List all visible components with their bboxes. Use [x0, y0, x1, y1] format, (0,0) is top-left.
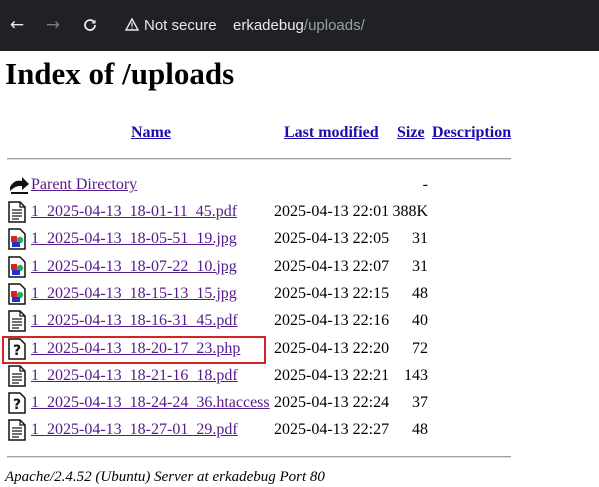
file-size: 40: [412, 312, 428, 330]
url-host: erkadebug: [233, 17, 304, 34]
parent-size: -: [422, 176, 428, 193]
text-file-icon: [8, 201, 26, 223]
file-link[interactable]: 1_2025-04-13_18-27-01_29.pdf: [31, 421, 238, 439]
file-row: 1_2025-04-13_18-01-11_45.pdf 2025-04-13 2…: [0, 200, 599, 227]
image-file-icon: [8, 255, 26, 278]
column-header-description[interactable]: Description: [432, 124, 511, 142]
file-row: 1_2025-04-13_18-15-13_15.jpg 2025-04-13 2…: [0, 282, 599, 309]
text-file-icon: [8, 419, 26, 442]
file-row: 1_2025-04-13_18-21-16_18.pdf 2025-04-13 2…: [0, 364, 599, 391]
file-last-modified: 2025-04-13 22:27: [274, 421, 390, 439]
file-size: 143: [404, 366, 428, 384]
file-last-modified: 2025-04-13 22:24: [274, 394, 390, 412]
file-last-modified: 2025-04-13 22:07: [274, 257, 390, 275]
page-title: Index of /uploads: [5, 56, 235, 91]
security-label: Not secure: [144, 17, 217, 34]
file-last-modified: 2025-04-13 22:16: [274, 312, 390, 330]
security-indicator[interactable]: Not secure: [124, 9, 217, 42]
file-row: 1_2025-04-13_18-16-31_45.pdf 2025-04-13 2…: [0, 309, 599, 336]
column-header-last-modified[interactable]: Last modified: [284, 124, 379, 142]
file-size: 37: [412, 394, 428, 412]
divider-bottom: [7, 456, 511, 458]
file-last-modified: 2025-04-13 22:01: [274, 203, 390, 220]
back-arrow-icon[interactable]: ←: [6, 13, 28, 37]
divider-top: [7, 158, 511, 160]
file-size: 388K: [392, 203, 428, 220]
file-link[interactable]: 1_2025-04-13_18-24-24_36.htaccess: [31, 394, 270, 412]
svg-text:?: ?: [13, 397, 21, 413]
server-signature: Apache/2.4.52 (Ubuntu) Server at erkadeb…: [5, 469, 325, 485]
file-size: 31: [412, 230, 428, 248]
reload-icon[interactable]: [79, 13, 101, 37]
url-path: /uploads/: [303, 17, 365, 34]
image-file-icon: [8, 228, 26, 251]
file-row: 1_2025-04-13_18-07-22_10.jpg 2025-04-13 2…: [0, 255, 599, 282]
file-link[interactable]: 1_2025-04-13_18-07-22_10.jpg: [31, 258, 237, 276]
forward-arrow-icon[interactable]: →: [42, 13, 64, 37]
parent-directory-row: Parent Directory -: [0, 173, 599, 200]
file-link[interactable]: 1_2025-04-13_18-21-16_18.pdf: [31, 367, 238, 385]
unknown-file-icon: ?: [8, 392, 26, 414]
text-file-icon: [8, 365, 26, 387]
file-size: 31: [412, 257, 428, 275]
file-last-modified: 2025-04-13 22:05: [274, 230, 390, 248]
column-header-size[interactable]: Size: [397, 124, 425, 142]
file-size: 72: [412, 339, 428, 357]
file-row: 1_2025-04-13_18-27-01_29.pdf 2025-04-13 2…: [0, 418, 599, 445]
file-last-modified: 2025-04-13 22:21: [274, 366, 390, 384]
file-link[interactable]: 1_2025-04-13_18-15-13_15.jpg: [31, 285, 237, 303]
file-link[interactable]: 1_2025-04-13_18-05-51_19.jpg: [31, 230, 237, 248]
text-file-icon: [8, 310, 26, 332]
file-size: 48: [412, 284, 428, 302]
warning-triangle-icon: [124, 9, 140, 42]
back-folder-icon: [8, 174, 29, 196]
file-link[interactable]: 1_2025-04-13_18-16-31_45.pdf: [31, 312, 238, 330]
url-text[interactable]: erkadebug/uploads/: [233, 9, 365, 42]
file-row: 1_2025-04-13_18-05-51_19.jpg 2025-04-13 2…: [0, 227, 599, 254]
address-bar[interactable]: Not secure erkadebug/uploads/: [112, 9, 599, 42]
file-row: ? 1_2025-04-13_18-24-24_36.htaccess 2025-0…: [0, 391, 599, 418]
browser-toolbar: ← → Not secure erkadebug/uploads/: [0, 0, 599, 51]
file-last-modified: 2025-04-13 22:20: [274, 339, 390, 357]
file-size: 48: [412, 421, 428, 439]
file-link[interactable]: 1_2025-04-13_18-01-11_45.pdf: [31, 203, 237, 221]
parent-directory-link[interactable]: Parent Directory: [31, 176, 137, 194]
highlight-box: [2, 336, 266, 364]
column-header-name[interactable]: Name: [131, 124, 171, 142]
file-last-modified: 2025-04-13 22:15: [274, 284, 390, 302]
image-file-icon: [8, 283, 26, 305]
